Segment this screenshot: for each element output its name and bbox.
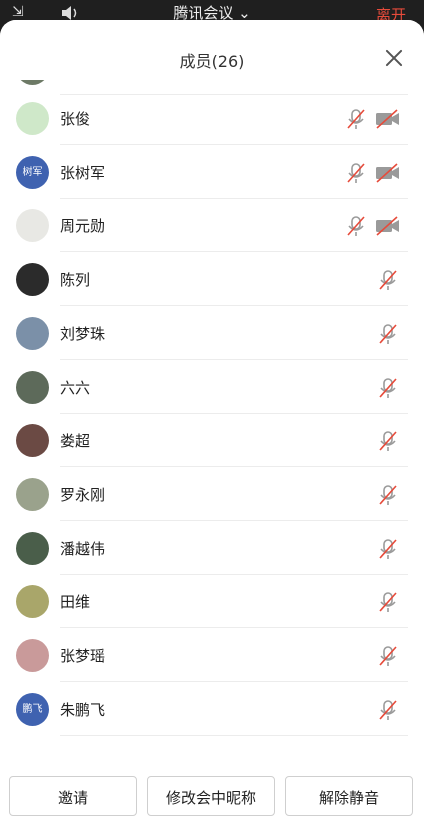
list-item[interactable]: 娄超 xyxy=(0,414,424,468)
member-name: 罗永刚 xyxy=(60,485,106,504)
mic-muted-icon[interactable] xyxy=(377,430,399,452)
list-item[interactable]: 潘越伟 xyxy=(0,522,424,575)
member-name: 朱鹏飞 xyxy=(60,700,106,719)
mic-muted-icon[interactable] xyxy=(345,108,367,130)
mic-muted-icon[interactable] xyxy=(377,699,399,721)
mic-muted-icon[interactable] xyxy=(377,323,399,345)
member-name: 田维 xyxy=(60,593,91,612)
member-name: 刘梦珠 xyxy=(60,324,106,343)
list-item[interactable]: 鹏飞 朱鹏飞 xyxy=(0,683,424,736)
members-panel: 成员(26) 张俊树军 张树军周元勋陈列刘梦珠六六娄超罗永刚潘越伟田维张梦瑶鹏飞朱… xyxy=(0,20,424,824)
member-name: 娄超 xyxy=(60,432,91,451)
avatar: 鹏飞 xyxy=(16,692,49,726)
member-name: 陈列 xyxy=(60,271,91,290)
list-item[interactable]: 张梦瑶 xyxy=(0,629,424,682)
list-item[interactable]: 树军 张树军 xyxy=(0,146,424,199)
camera-off-icon[interactable] xyxy=(375,215,401,237)
mic-muted-icon[interactable] xyxy=(345,215,367,237)
avatar xyxy=(16,102,49,135)
list-item[interactable]: 六六 xyxy=(0,361,424,414)
unmute-all-button[interactable]: 解除静音 xyxy=(285,776,413,816)
avatar xyxy=(16,585,49,619)
member-list[interactable]: 张俊树军 张树军周元勋陈列刘梦珠六六娄超罗永刚潘越伟田维张梦瑶鹏飞 朱鹏飞 xyxy=(0,52,424,760)
close-icon[interactable] xyxy=(384,48,404,68)
avatar xyxy=(16,316,49,350)
list-item[interactable]: 周元勋 xyxy=(0,199,424,253)
mic-muted-icon[interactable] xyxy=(377,591,399,613)
member-name: 张俊 xyxy=(60,110,91,128)
list-item[interactable]: 罗永刚 xyxy=(0,468,424,521)
avatar xyxy=(16,531,49,565)
avatar xyxy=(16,263,49,297)
avatar xyxy=(16,424,49,458)
mic-muted-icon[interactable] xyxy=(377,377,399,399)
member-name: 六六 xyxy=(60,378,91,397)
avatar xyxy=(16,370,49,404)
avatar xyxy=(16,639,49,672)
list-item[interactable]: 张俊 xyxy=(0,92,424,145)
list-item[interactable]: 田维 xyxy=(0,575,424,629)
member-name: 张树军 xyxy=(60,163,106,182)
mic-muted-icon[interactable] xyxy=(377,538,399,560)
avatar xyxy=(16,209,49,243)
member-name: 张梦瑶 xyxy=(60,647,106,665)
mic-muted-icon[interactable] xyxy=(377,484,399,506)
list-item[interactable]: 刘梦珠 xyxy=(0,307,424,360)
camera-off-icon[interactable] xyxy=(375,162,401,184)
members-header: 成员(26) xyxy=(0,20,424,80)
mic-muted-icon[interactable] xyxy=(345,162,367,184)
member-name: 潘越伟 xyxy=(60,539,106,558)
mic-muted-icon[interactable] xyxy=(377,645,399,667)
avatar: 树军 xyxy=(16,155,49,189)
rename-button[interactable]: 修改会中昵称 xyxy=(147,776,275,816)
camera-off-icon[interactable] xyxy=(375,108,401,130)
members-title: 成员(26) xyxy=(179,52,245,71)
avatar xyxy=(16,477,49,511)
divider xyxy=(60,734,408,736)
invite-button[interactable]: 邀请 xyxy=(9,776,137,816)
member-name: 周元勋 xyxy=(60,217,106,236)
bottom-action-bar: 邀请 修改会中昵称 解除静音 xyxy=(0,760,424,824)
mic-muted-icon[interactable] xyxy=(377,269,399,291)
list-item[interactable]: 陈列 xyxy=(0,253,424,307)
